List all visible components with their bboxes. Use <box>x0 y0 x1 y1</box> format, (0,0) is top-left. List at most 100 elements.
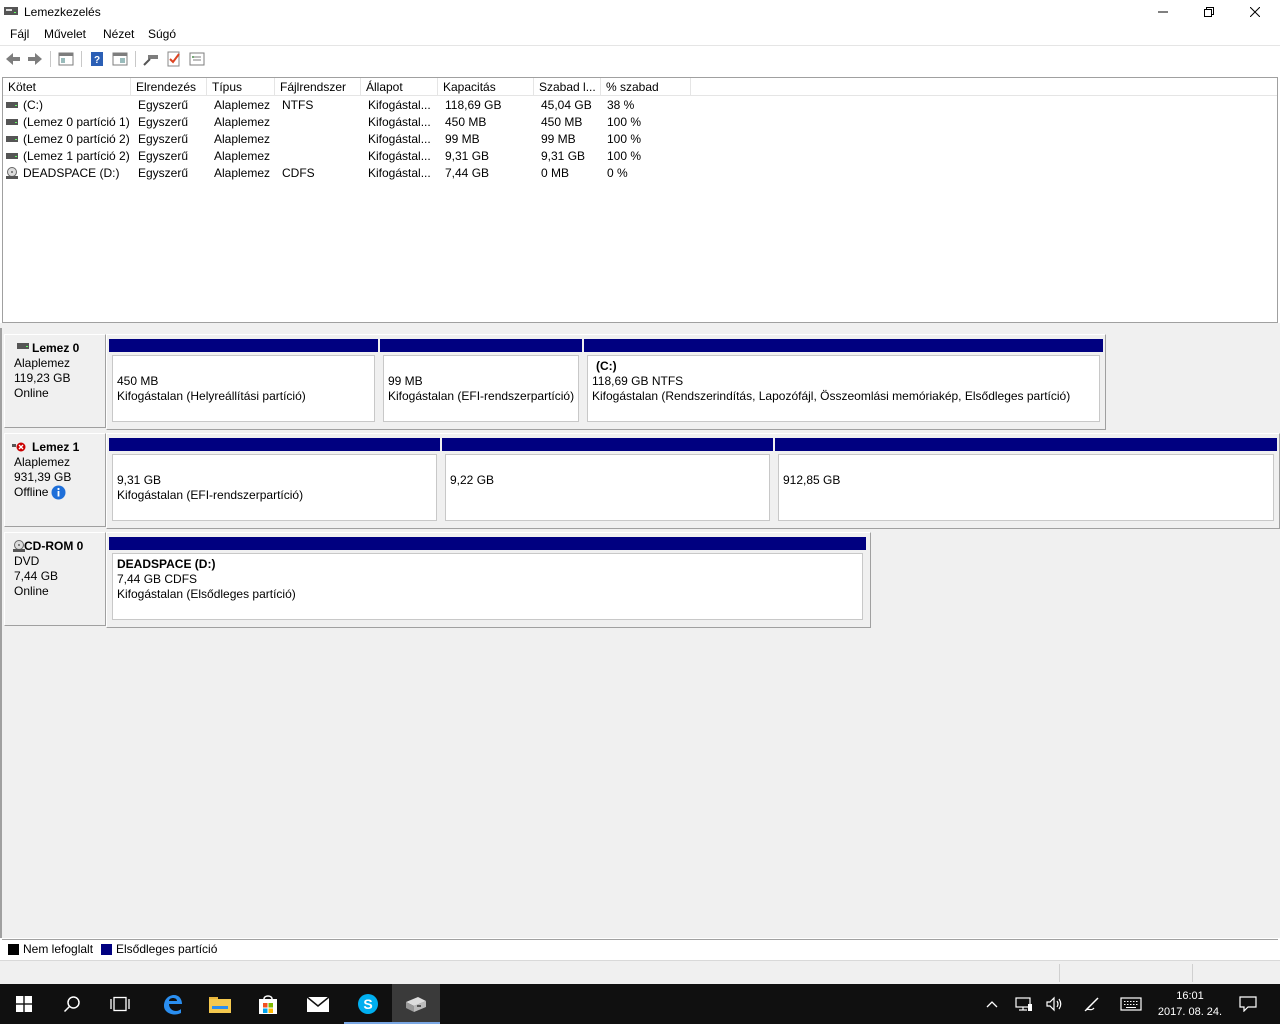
start-button[interactable] <box>0 984 48 1024</box>
network-tray-button[interactable] <box>1012 984 1036 1024</box>
taskbar-disk-management[interactable] <box>392 984 440 1024</box>
check-icon[interactable] <box>165 50 183 68</box>
close-icon <box>1250 7 1260 17</box>
col-free-header[interactable]: Szabad l... <box>534 78 601 96</box>
pen-workspace-button[interactable] <box>1080 984 1104 1024</box>
disk-icon <box>17 343 29 349</box>
partition-title: (C:) <box>596 359 617 373</box>
table-row[interactable]: (Lemez 0 partíció 2) Egyszerű Alaplemez … <box>3 131 1277 148</box>
volume-name: DEADSPACE (D:) <box>23 166 120 180</box>
col-filesystem-header[interactable]: Fájlrendszer <box>275 78 361 96</box>
primary-partition-bar <box>442 438 773 451</box>
toolbar: ? <box>0 45 1280 71</box>
cdrom-0-label[interactable]: CD-ROM 0 DVD 7,44 GB Online <box>4 532 106 626</box>
volume-tray-button[interactable] <box>1043 984 1067 1024</box>
table-row[interactable]: DEADSPACE (D:) Egyszerű Alaplemez CDFS K… <box>3 165 1277 182</box>
clock[interactable]: 16:01 2017. 08. 24. <box>1150 988 1230 1020</box>
action-center-button[interactable] <box>1234 984 1262 1024</box>
partition-status: Kifogástalan (EFI-rendszerpartíció) <box>117 488 304 502</box>
partition-block[interactable]: 99 MB Kifogástalan (EFI-rendszerpartíció… <box>380 339 582 425</box>
disk-kind: Alaplemez <box>14 356 71 370</box>
volume-name: (C:) <box>23 98 43 112</box>
close-button[interactable] <box>1232 0 1278 24</box>
disk-state-row: Offline <box>14 485 105 500</box>
col-percent-free-header[interactable]: % szabad <box>601 78 691 96</box>
notification-icon <box>1239 996 1257 1012</box>
disk-size: 931,39 GB <box>14 470 72 484</box>
col-capacity-header[interactable]: Kapacitás <box>438 78 534 96</box>
volume-filesystem: NTFS <box>282 98 314 112</box>
help-icon[interactable]: ? <box>88 50 106 68</box>
taskbar-edge[interactable] <box>148 984 196 1024</box>
taskbar-store[interactable] <box>244 984 292 1024</box>
pen-icon <box>1084 997 1099 1012</box>
task-view-button[interactable] <box>96 984 144 1024</box>
cd-drive-icon <box>6 167 18 179</box>
properties-icon[interactable] <box>111 50 129 68</box>
restore-button[interactable] <box>1186 0 1232 24</box>
volume-status: Kifogástal... <box>368 132 431 146</box>
partition-size: 9,22 GB <box>450 473 495 487</box>
connect-icon[interactable] <box>142 50 160 68</box>
volume-type: Alaplemez <box>214 115 271 129</box>
partition-block[interactable]: DEADSPACE (D:) 7,44 GB CDFS Kifogástalan… <box>109 537 866 623</box>
info-icon[interactable] <box>51 485 66 500</box>
col-type-header[interactable]: Típus <box>207 78 275 96</box>
task-view-icon <box>110 996 130 1012</box>
partition-block[interactable]: 9,22 GB <box>442 438 773 524</box>
table-row[interactable]: (C:) Egyszerű Alaplemez NTFS Kifogástal.… <box>3 97 1277 114</box>
menu-help[interactable]: Súgó <box>148 27 176 41</box>
volume-status: Kifogástal... <box>368 115 431 129</box>
legend-swatch-primary <box>101 944 112 955</box>
disk-state: Offline <box>14 485 49 499</box>
col-layout-header[interactable]: Elrendezés <box>131 78 207 96</box>
partition-info: (C:) 118,69 GB NTFS Kifogástalan (Rendsz… <box>587 355 1100 422</box>
minimize-icon <box>1158 11 1168 13</box>
console-tree-icon[interactable] <box>57 50 75 68</box>
volume-free: 450 MB <box>541 115 583 129</box>
disk-0-label[interactable]: Lemez 0 Alaplemez 119,23 GB Online <box>4 334 106 428</box>
volume-list: Kötet Elrendezés Típus Fájlrendszer Álla… <box>2 77 1278 323</box>
volume-layout: Egyszerű <box>138 115 189 129</box>
disk-management-icon <box>406 997 426 1012</box>
legend: Nem lefoglalt Elsődleges partíció <box>2 939 1278 958</box>
primary-partition-bar <box>109 537 866 550</box>
volume-capacity: 7,44 GB <box>445 166 490 180</box>
table-row[interactable]: (Lemez 1 partíció 2) Egyszerű Alaplemez … <box>3 148 1277 165</box>
taskbar-mail[interactable] <box>294 984 342 1024</box>
settings-list-icon[interactable] <box>188 50 206 68</box>
legend-label-unallocated: Nem lefoglalt <box>23 942 94 956</box>
show-hidden-icons-button[interactable] <box>981 984 1003 1024</box>
primary-partition-bar <box>109 438 440 451</box>
menu-file[interactable]: Fájl <box>10 27 29 41</box>
volume-free: 45,04 GB <box>541 98 592 112</box>
cd-drive-icon <box>13 540 25 552</box>
partition-block[interactable]: 912,85 GB <box>775 438 1277 524</box>
menu-view[interactable]: Nézet <box>103 27 134 41</box>
partition-size: 99 MB <box>388 374 423 388</box>
volume-capacity: 9,31 GB <box>445 149 490 163</box>
svg-text:?: ? <box>94 55 100 66</box>
minimize-button[interactable] <box>1140 0 1186 24</box>
partition-block[interactable]: 9,31 GB Kifogástalan (EFI-rendszerpartíc… <box>109 438 440 524</box>
disk-1-label[interactable]: Lemez 1 Alaplemez 931,39 GB Offline <box>4 433 106 527</box>
partition-block[interactable]: 450 MB Kifogástalan (Helyreállítási part… <box>109 339 378 425</box>
back-arrow-icon[interactable] <box>4 50 22 68</box>
volume-filesystem: CDFS <box>282 166 315 180</box>
taskbar-skype[interactable]: S <box>344 984 392 1024</box>
col-volume-header[interactable]: Kötet <box>3 78 131 96</box>
volume-capacity: 450 MB <box>445 115 487 129</box>
touch-keyboard-button[interactable] <box>1117 984 1145 1024</box>
forward-arrow-icon[interactable] <box>26 50 44 68</box>
menu-action[interactable]: Művelet <box>44 27 86 41</box>
disk-management-app-icon <box>4 7 18 15</box>
table-row[interactable]: (Lemez 0 partíció 1) Egyszerű Alaplemez … <box>3 114 1277 131</box>
search-button[interactable] <box>48 984 96 1024</box>
volume-type: Alaplemez <box>214 132 271 146</box>
taskbar-file-explorer[interactable] <box>196 984 244 1024</box>
disk-state: Online <box>14 386 49 400</box>
partition-block[interactable]: (C:) 118,69 GB NTFS Kifogástalan (Rendsz… <box>584 339 1103 425</box>
volume-capacity: 118,69 GB <box>445 98 502 112</box>
col-status-header[interactable]: Állapot <box>361 78 438 96</box>
volume-status: Kifogástal... <box>368 149 431 163</box>
